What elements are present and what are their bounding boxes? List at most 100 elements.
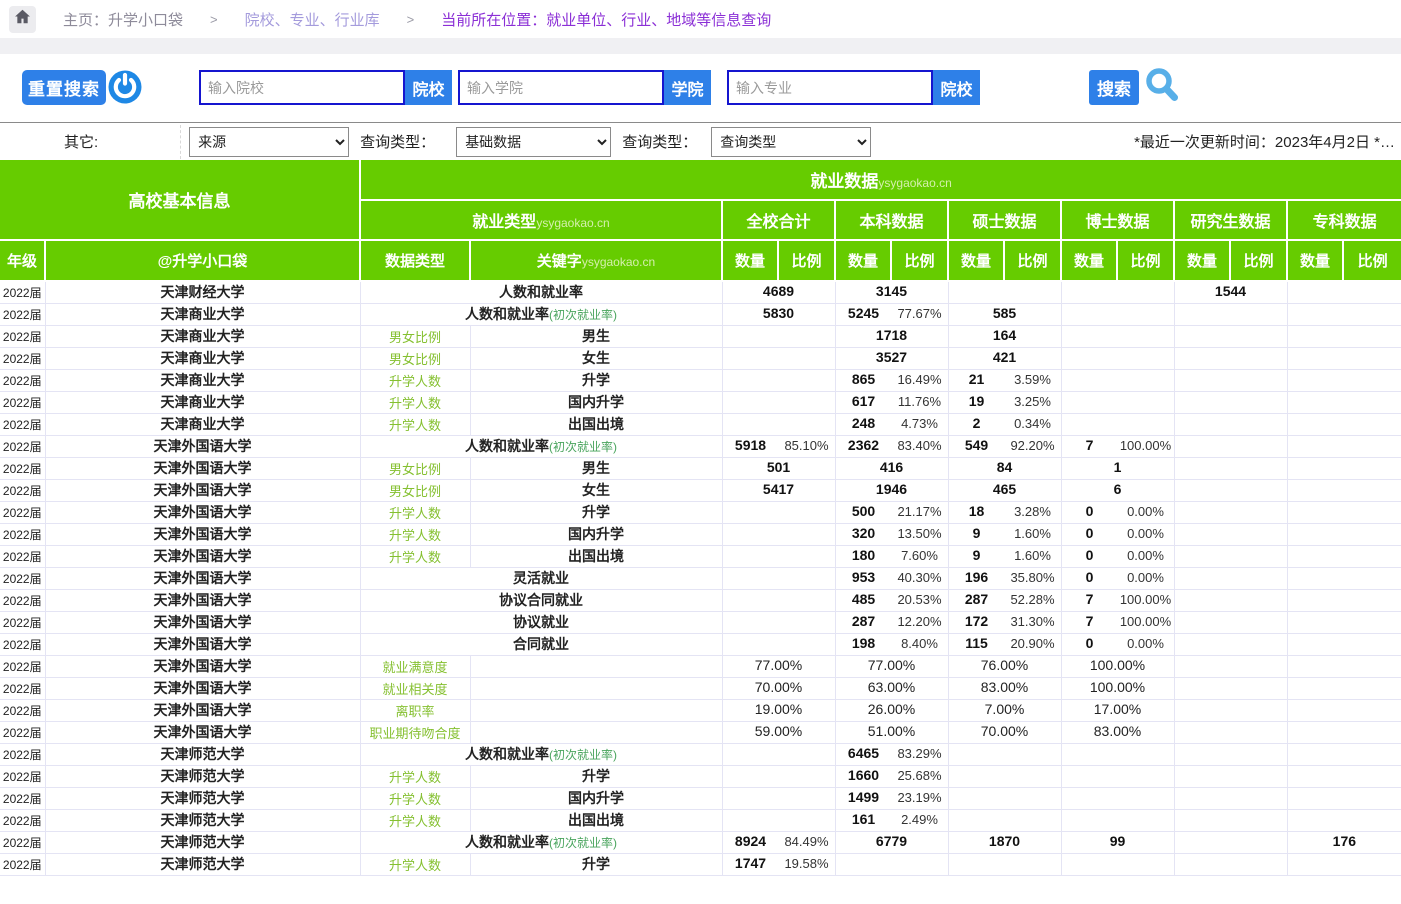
- value-cell-硕士数据: 76.00%: [948, 655, 1061, 677]
- refresh-icon[interactable]: [106, 68, 144, 106]
- university-cell: 天津外国语大学: [45, 567, 360, 589]
- value-cell-全校合计: [722, 391, 835, 413]
- quantity-value: 501: [767, 459, 790, 475]
- table-row: 2022届天津商业大学人数和就业率(初次就业率)5830524577.67%58…: [0, 303, 1401, 325]
- keyword-cell: 升学: [470, 765, 722, 787]
- quantity-value: 0: [1062, 635, 1118, 651]
- value-cell-专科数据: [1287, 325, 1401, 347]
- year-cell: 2022届: [0, 413, 45, 435]
- data-type-cell: 就业满意度: [360, 655, 470, 677]
- table-row: 2022届天津师范大学升学人数出国出境1612.49%: [0, 809, 1401, 831]
- breadcrumb-library-link[interactable]: 院校、专业、行业库: [245, 9, 380, 30]
- university-cell: 天津商业大学: [45, 369, 360, 391]
- value-cell-本科数据: 48520.53%: [835, 589, 948, 611]
- basic-data-select[interactable]: 基础数据: [456, 127, 611, 157]
- table-row: 2022届天津财经大学人数和就业率468931451544: [0, 281, 1401, 303]
- value-cell-专科数据: [1287, 589, 1401, 611]
- ratio-value: 12.20%: [892, 614, 948, 629]
- data-type-cell: 升学人数: [360, 413, 470, 435]
- university-cell: 天津师范大学: [45, 831, 360, 853]
- ratio-value: 0.00%: [1118, 570, 1174, 585]
- keyword-cell: 国内升学: [470, 787, 722, 809]
- major-search-input[interactable]: [727, 70, 933, 105]
- header-ratio: 比例: [778, 240, 835, 281]
- data-type-cell: 升学人数: [360, 545, 470, 567]
- value-cell-专科数据: [1287, 809, 1401, 831]
- keyword-cell: 女生: [470, 347, 722, 369]
- magnifier-icon[interactable]: [1142, 66, 1184, 108]
- breadcrumb-home-link[interactable]: 主页：升学小口袋: [63, 9, 183, 30]
- quantity-value: 465: [993, 481, 1016, 497]
- data-type-cell: 离职率: [360, 699, 470, 721]
- value-cell-全校合计: 4689: [722, 281, 835, 303]
- year-cell: 2022届: [0, 303, 45, 325]
- keyword-cell: 灵活就业: [360, 567, 722, 589]
- header-year: 年级: [0, 240, 45, 281]
- value-cell-研究生数据: [1174, 523, 1287, 545]
- source-select[interactable]: 来源: [189, 127, 349, 157]
- keyword-cell: [470, 699, 722, 721]
- value-cell-全校合计: [722, 633, 835, 655]
- quantity-value: 320: [836, 525, 892, 541]
- keyword-suffix: (初次就业率): [549, 748, 617, 762]
- value-cell-专科数据: [1287, 303, 1401, 325]
- college-search-input[interactable]: [199, 70, 405, 105]
- ratio-value: 16.49%: [892, 372, 948, 387]
- table-body: 2022届天津财经大学人数和就业率4689314515442022届天津商业大学…: [0, 281, 1401, 875]
- university-cell: 天津外国语大学: [45, 501, 360, 523]
- value-cell-本科数据: 77.00%: [835, 655, 948, 677]
- value-cell-全校合计: [722, 743, 835, 765]
- value-cell-博士数据: 6: [1061, 479, 1174, 501]
- table-row: 2022届天津外国语大学协议合同就业48520.53%28752.28%7100…: [0, 589, 1401, 611]
- year-cell: 2022届: [0, 369, 45, 391]
- reset-search-button[interactable]: 重置搜索: [22, 70, 106, 105]
- table-row: 2022届天津外国语大学灵活就业95340.30%19635.80%00.00%: [0, 567, 1401, 589]
- year-cell: 2022届: [0, 391, 45, 413]
- major-search-group: 院校: [727, 70, 980, 105]
- college-search-button[interactable]: 院校: [405, 70, 452, 105]
- quantity-value: 21: [949, 371, 1005, 387]
- quantity-value: 0: [1062, 569, 1118, 585]
- query-type-select[interactable]: 查询类型: [711, 127, 871, 157]
- quantity-value: 421: [993, 349, 1016, 365]
- value-cell-研究生数据: [1174, 479, 1287, 501]
- value-cell-专科数据: [1287, 435, 1401, 457]
- percent-value: 83.00%: [981, 679, 1028, 695]
- university-cell: 天津商业大学: [45, 347, 360, 369]
- header-employment-data: 就业数据ysygaokao.cn: [360, 160, 1401, 200]
- search-button[interactable]: 搜索: [1089, 70, 1139, 105]
- value-cell-专科数据: [1287, 853, 1401, 875]
- value-cell-全校合计: [722, 545, 835, 567]
- home-button[interactable]: [9, 6, 36, 33]
- school-search-input[interactable]: [458, 70, 664, 105]
- quantity-value: 180: [836, 547, 892, 563]
- value-cell-研究生数据: [1174, 545, 1287, 567]
- value-cell-全校合计: 5417: [722, 479, 835, 501]
- ratio-value: 31.30%: [1005, 614, 1061, 629]
- major-search-button[interactable]: 院校: [933, 70, 980, 105]
- keyword-cell: 男生: [470, 457, 722, 479]
- percent-value: 77.00%: [868, 657, 915, 673]
- value-cell-研究生数据: [1174, 853, 1287, 875]
- value-cell-博士数据: [1061, 325, 1174, 347]
- value-cell-全校合计: 5830: [722, 303, 835, 325]
- value-cell-博士数据: 00.00%: [1061, 567, 1174, 589]
- university-cell: 天津外国语大学: [45, 699, 360, 721]
- percent-value: 83.00%: [1094, 723, 1141, 739]
- table-row: 2022届天津外国语大学人数和就业率(初次就业率)591885.10%23628…: [0, 435, 1401, 457]
- quantity-value: 6: [1114, 481, 1122, 497]
- value-cell-全校合计: 19.00%: [722, 699, 835, 721]
- school-search-button[interactable]: 学院: [664, 70, 711, 105]
- ratio-value: 0.34%: [1005, 416, 1061, 431]
- year-cell: 2022届: [0, 831, 45, 853]
- data-type-cell: 升学人数: [360, 853, 470, 875]
- year-cell: 2022届: [0, 611, 45, 633]
- keyword-cell: 升学: [470, 501, 722, 523]
- value-cell-博士数据: 00.00%: [1061, 545, 1174, 567]
- quantity-value: 1: [1114, 459, 1122, 475]
- value-cell-本科数据: 51.00%: [835, 721, 948, 743]
- keyword-cell: 人数和就业率(初次就业率): [360, 831, 722, 853]
- value-cell-本科数据: 6779: [835, 831, 948, 853]
- year-cell: 2022届: [0, 567, 45, 589]
- quantity-value: 7: [1062, 437, 1118, 453]
